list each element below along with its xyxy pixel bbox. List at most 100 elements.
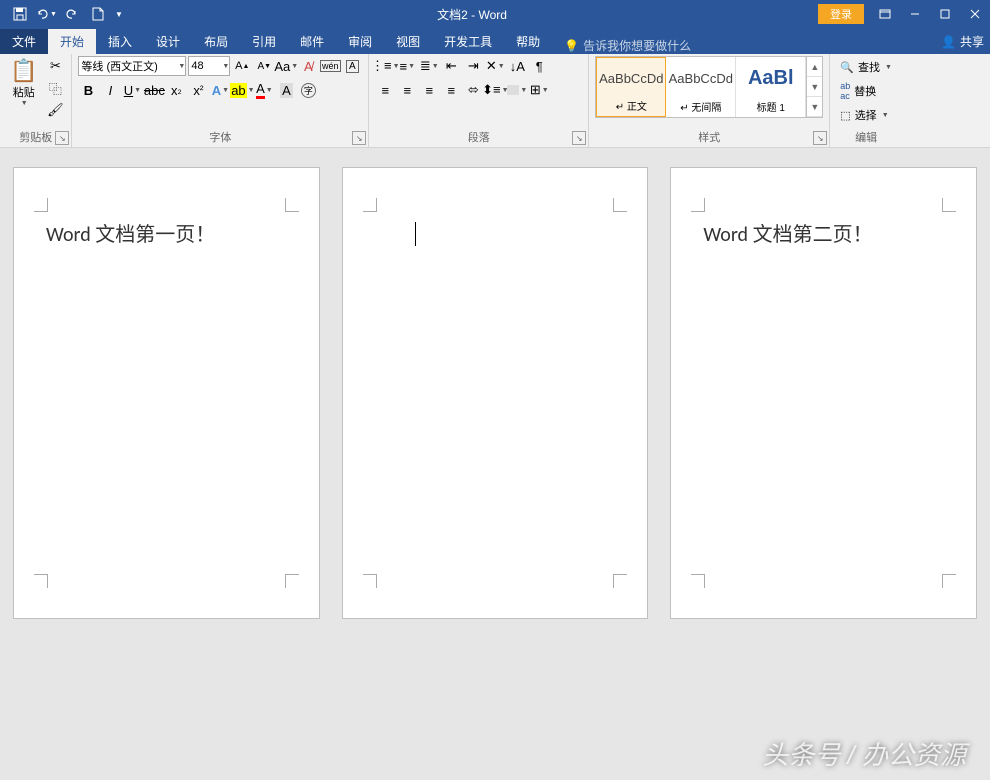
char-border-button[interactable]: A — [342, 56, 362, 76]
decrease-indent-button[interactable]: ⇤ — [441, 56, 461, 76]
copy-button[interactable]: ⿻ — [45, 78, 65, 98]
tab-references[interactable]: 引用 — [240, 29, 288, 54]
shrink-font-button[interactable]: A▼ — [254, 56, 274, 76]
tab-view[interactable]: 视图 — [384, 29, 432, 54]
share-button[interactable]: 👤 共享 — [941, 29, 984, 54]
styles-launcher[interactable]: ↘ — [813, 131, 827, 145]
document-title: 文档2 - Word — [126, 6, 818, 23]
font-launcher[interactable]: ↘ — [352, 131, 366, 145]
margin-corner-icon — [942, 574, 956, 588]
login-button[interactable]: 登录 — [818, 4, 864, 24]
style-scroll-down[interactable]: ▼ — [807, 77, 822, 97]
multilevel-button[interactable]: ≣▼ — [419, 56, 439, 76]
document-canvas[interactable]: Word 文档第一页！ Word 文档第二页！ — [0, 148, 990, 780]
new-doc-button[interactable] — [86, 2, 110, 26]
tab-design[interactable]: 设计 — [144, 29, 192, 54]
ribbon: 📋 粘贴 ▼ ✂ ⿻ 🖌 剪贴板 ↘ ▼ ▼ A▲ A▼ Aa▼ — [0, 54, 990, 148]
page-3[interactable]: Word 文档第二页！ — [671, 168, 976, 618]
strikethrough-button[interactable]: abc — [144, 80, 164, 100]
change-case-button[interactable]: Aa▼ — [276, 56, 296, 76]
page-1[interactable]: Word 文档第一页！ — [14, 168, 319, 618]
style-expand[interactable]: ▼ — [807, 97, 822, 117]
tab-file[interactable]: 文件 — [0, 29, 48, 54]
tab-developer[interactable]: 开发工具 — [432, 29, 504, 54]
italic-button[interactable]: I — [100, 80, 120, 100]
title-bar: ▼ ▼ 文档2 - Word 登录 — [0, 0, 990, 28]
tab-mailings[interactable]: 邮件 — [288, 29, 336, 54]
borders-button[interactable]: ⊞▼ — [529, 80, 549, 100]
tab-help[interactable]: 帮助 — [504, 29, 552, 54]
page-content[interactable]: Word 文档第一页！ — [46, 218, 287, 247]
clipboard-launcher[interactable]: ↘ — [55, 131, 69, 145]
maximize-button[interactable] — [930, 0, 960, 28]
clear-format-button[interactable]: A̸ — [298, 56, 318, 76]
style-nospacing[interactable]: AaBbCcDd ↵ 无间隔 — [666, 57, 736, 117]
line-spacing-button[interactable]: ⬍≡▼ — [485, 80, 505, 100]
font-color-button[interactable]: A▼ — [254, 80, 274, 100]
select-button[interactable]: ⬚选择▼ — [836, 104, 896, 126]
margin-corner-icon — [363, 198, 377, 212]
copy-icon: ⿻ — [49, 79, 62, 98]
qat-customize-button[interactable]: ▼ — [112, 2, 126, 26]
margin-corner-icon — [691, 198, 705, 212]
format-painter-button[interactable]: 🖌 — [45, 100, 65, 120]
undo-button[interactable]: ▼ — [34, 2, 58, 26]
style-normal[interactable]: AaBbCcDd ↵ 正文 — [596, 57, 666, 117]
superscript-button[interactable]: x² — [188, 80, 208, 100]
align-left-button[interactable]: ≡ — [375, 80, 395, 100]
save-button[interactable] — [8, 2, 32, 26]
group-label-editing: 编辑 — [836, 127, 896, 147]
style-scroll-up[interactable]: ▲ — [807, 57, 822, 77]
minimize-button[interactable] — [900, 0, 930, 28]
quick-access-toolbar: ▼ ▼ — [0, 2, 126, 26]
bold-button[interactable]: B — [78, 80, 98, 100]
justify-button[interactable]: ≡ — [441, 80, 461, 100]
font-size-combo[interactable]: ▼ — [188, 56, 230, 76]
tab-home[interactable]: 开始 — [48, 29, 96, 54]
margin-corner-icon — [942, 198, 956, 212]
cut-button[interactable]: ✂ — [45, 56, 65, 76]
distribute-button[interactable]: ⬄ — [463, 80, 483, 100]
paragraph-launcher[interactable]: ↘ — [572, 131, 586, 145]
margin-corner-icon — [34, 574, 48, 588]
ribbon-display-button[interactable] — [870, 0, 900, 28]
tab-layout[interactable]: 布局 — [192, 29, 240, 54]
asian-layout-button[interactable]: ✕▼ — [485, 56, 505, 76]
tab-review[interactable]: 审阅 — [336, 29, 384, 54]
margin-corner-icon — [285, 198, 299, 212]
char-shading-button[interactable]: A — [276, 80, 296, 100]
page-content[interactable]: Word 文档第二页！ — [703, 218, 944, 247]
replace-icon: abac — [840, 81, 850, 101]
tab-insert[interactable]: 插入 — [96, 29, 144, 54]
group-paragraph: ⋮≡▼ ≡▼ ≣▼ ⇤ ⇥ ✕▼ ↓A ¶ ≡ ≡ ≡ ≡ ⬄ ⬍≡▼ ▼ — [369, 54, 589, 147]
replace-button[interactable]: abac替换 — [836, 80, 896, 102]
paste-button[interactable]: 📋 粘贴 ▼ — [6, 56, 41, 109]
search-icon: 🔍 — [840, 61, 854, 74]
sort-button[interactable]: ↓A — [507, 56, 527, 76]
subscript-button[interactable]: x₂ — [166, 80, 186, 100]
bullets-button[interactable]: ⋮≡▼ — [375, 56, 395, 76]
find-button[interactable]: 🔍查找▼ — [836, 56, 896, 78]
text-effects-button[interactable]: A▼ — [210, 80, 230, 100]
align-center-button[interactable]: ≡ — [397, 80, 417, 100]
enclose-char-button[interactable]: 字 — [298, 80, 318, 100]
margin-corner-icon — [34, 198, 48, 212]
page-2[interactable] — [343, 168, 648, 618]
highlight-button[interactable]: ab▼ — [232, 80, 252, 100]
numbering-button[interactable]: ≡▼ — [397, 56, 417, 76]
brush-icon: 🖌 — [47, 102, 64, 118]
show-marks-button[interactable]: ¶ — [529, 56, 549, 76]
shading-button[interactable]: ▼ — [507, 80, 527, 100]
share-icon: 👤 — [941, 35, 956, 49]
tell-me-search[interactable]: 💡 告诉我你想要做什么 — [564, 37, 691, 54]
align-right-button[interactable]: ≡ — [419, 80, 439, 100]
phonetic-button[interactable]: wén — [320, 56, 340, 76]
redo-button[interactable] — [60, 2, 84, 26]
grow-font-button[interactable]: A▲ — [232, 56, 252, 76]
style-heading1[interactable]: AaBl 标题 1 — [736, 57, 806, 117]
group-label-paragraph: 段落 — [375, 127, 582, 147]
increase-indent-button[interactable]: ⇥ — [463, 56, 483, 76]
font-name-combo[interactable]: ▼ — [78, 56, 186, 76]
underline-button[interactable]: U▼ — [122, 80, 142, 100]
close-button[interactable] — [960, 0, 990, 28]
